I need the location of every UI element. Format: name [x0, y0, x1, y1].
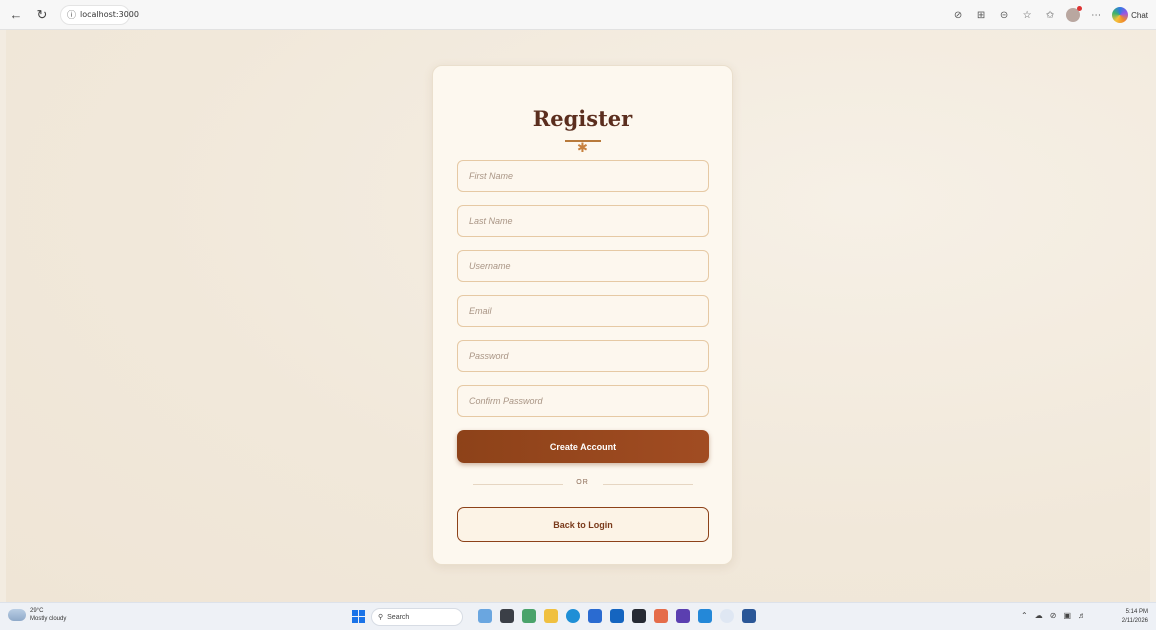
taskbar-clock[interactable]: 5:14 PM 2/11/2026	[1122, 608, 1148, 626]
zoom-icon[interactable]: ⊝	[997, 8, 1011, 22]
address-bar-url: localhost:3000	[80, 10, 139, 19]
taskbar-search[interactable]: ⚲ Search	[371, 608, 463, 626]
taskbar-search-label: Search	[387, 613, 410, 621]
create-account-button[interactable]: Create Account	[457, 430, 709, 463]
back-to-login-button[interactable]: Back to Login	[457, 507, 709, 542]
outlook-icon[interactable]	[610, 609, 624, 623]
clock-time: 5:14 PM	[1125, 609, 1148, 615]
display-icon[interactable]: ▣	[1063, 611, 1071, 620]
page-viewport: Register ✱ Create Account OR Back to Log…	[6, 30, 1150, 602]
asterisk-ornament-icon: ✱	[577, 140, 588, 155]
file-explorer-icon[interactable]	[544, 609, 558, 623]
username-input[interactable]	[457, 250, 709, 282]
cloud-sun-icon	[8, 606, 26, 621]
back-arrow-icon[interactable]: ←	[6, 5, 26, 25]
divider-line-right	[603, 484, 693, 485]
xampp-icon[interactable]	[654, 609, 668, 623]
confirm-password-input[interactable]	[457, 385, 709, 417]
store-app-icon[interactable]	[522, 609, 536, 623]
clock-date: 2/11/2026	[1121, 618, 1148, 624]
weather-temperature: 29°C	[30, 608, 44, 614]
word-icon[interactable]	[742, 609, 756, 623]
sync-icon[interactable]: ⊘	[1050, 611, 1057, 620]
task-view-icon[interactable]	[500, 609, 514, 623]
password-input[interactable]	[457, 340, 709, 372]
app-icon-10[interactable]	[676, 609, 690, 623]
app-icon-6[interactable]	[588, 609, 602, 623]
weather-description: Mostly cloudy	[30, 616, 67, 622]
widgets-app-icon[interactable]	[478, 609, 492, 623]
volume-icon[interactable]: ♬	[1078, 611, 1086, 620]
app-icon-12[interactable]	[720, 609, 734, 623]
address-bar[interactable]: ⓘ localhost:3000	[60, 4, 139, 25]
copilot-chat-button[interactable]: Chat	[1112, 7, 1148, 23]
more-icon[interactable]: ⋯	[1089, 8, 1103, 22]
tracking-icon[interactable]: ⊘	[951, 8, 965, 22]
windows-start-icon[interactable]	[352, 610, 365, 623]
taskbar: 29°C Mostly cloudy ⚲ Search ⌃ ☁ ⊘ ▣ ♬ 5:…	[0, 602, 1156, 630]
profile-icon[interactable]	[1066, 6, 1083, 22]
weather-widget[interactable]: 29°C Mostly cloudy	[8, 606, 67, 623]
edge-browser-icon[interactable]	[566, 609, 580, 623]
favorites-list-icon[interactable]: ✩	[1043, 8, 1057, 22]
last-name-input[interactable]	[457, 205, 709, 237]
search-icon: ⚲	[378, 614, 384, 621]
browser-toolbar: ← ↻ ⓘ localhost:3000 ⊘ ⊞ ⊝ ☆ ✩ ⋯ Chat	[0, 0, 1156, 30]
copilot-icon	[1112, 7, 1129, 23]
chat-label: Chat	[1131, 10, 1148, 20]
vscode-icon[interactable]	[698, 609, 712, 623]
info-icon[interactable]: ⓘ	[67, 8, 76, 21]
split-screen-icon[interactable]: ⊞	[974, 8, 988, 22]
reload-icon[interactable]: ↻	[32, 5, 52, 25]
network-icon[interactable]: ☁	[1035, 611, 1043, 620]
favorite-star-icon[interactable]: ☆	[1020, 8, 1034, 22]
first-name-input[interactable]	[457, 160, 709, 192]
email-input[interactable]	[457, 295, 709, 327]
terminal-icon[interactable]	[632, 609, 646, 623]
register-title: Register	[532, 106, 633, 131]
chevron-up-icon[interactable]: ⌃	[1021, 611, 1028, 620]
register-card: Register ✱ Create Account OR Back to Log…	[432, 65, 733, 565]
system-tray: ⌃ ☁ ⊘ ▣ ♬	[1021, 611, 1086, 620]
